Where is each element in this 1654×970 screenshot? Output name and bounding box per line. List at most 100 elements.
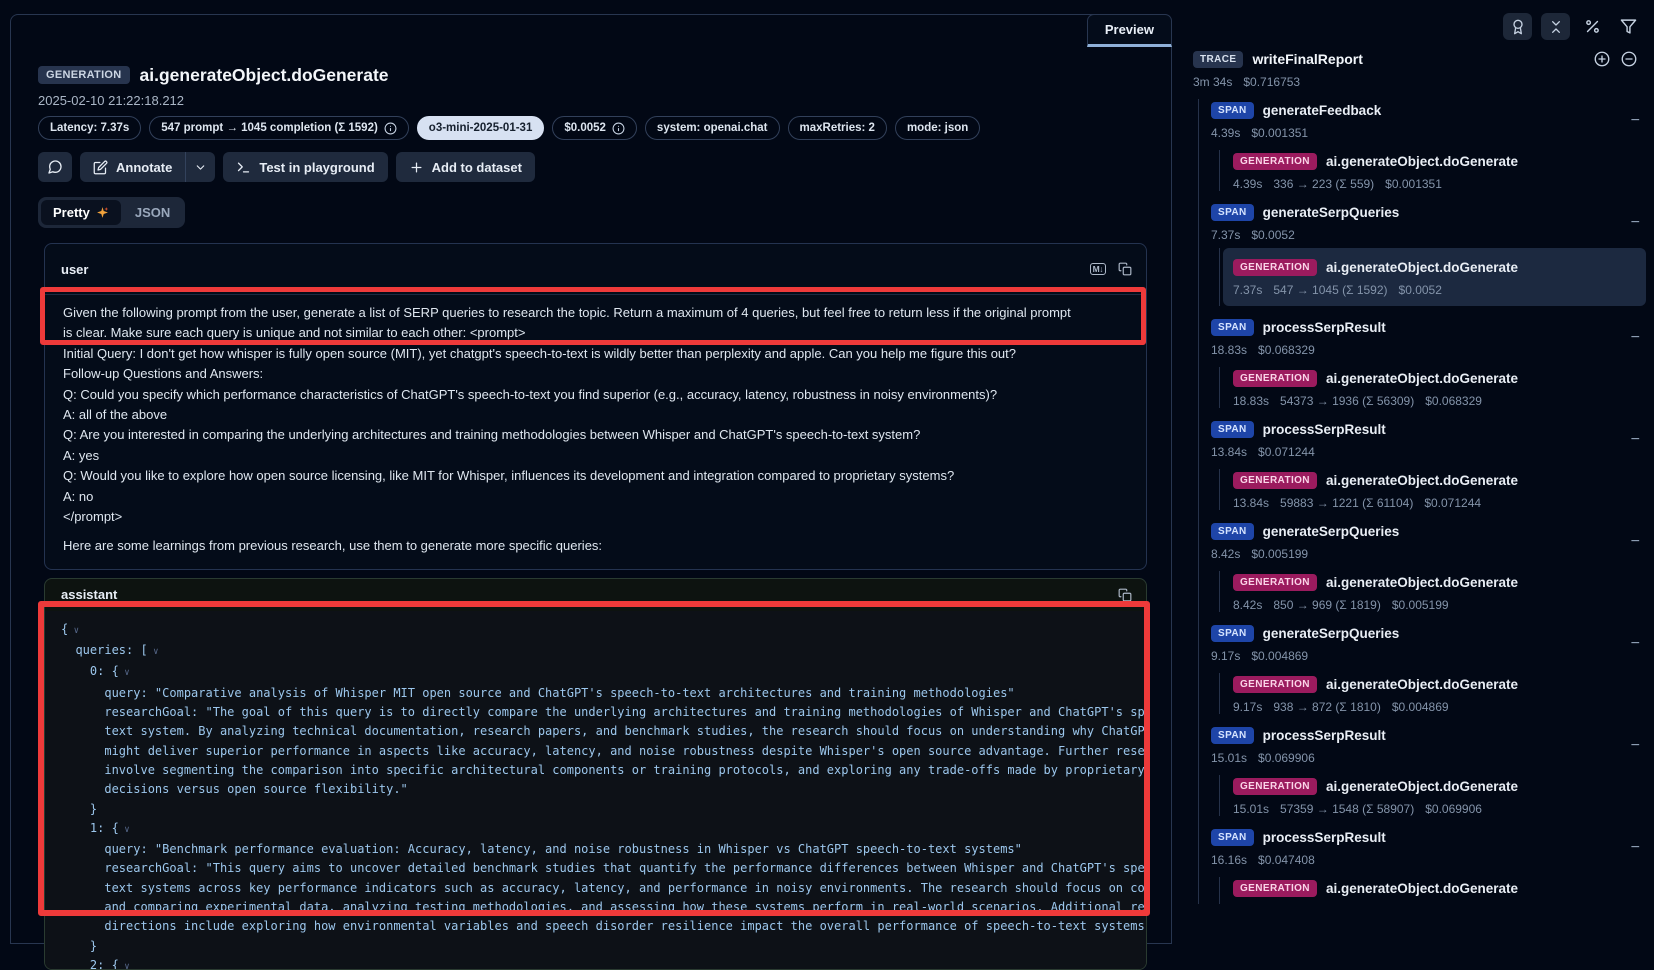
collapse-span-icon[interactable]: − bbox=[1631, 738, 1640, 754]
span-badge: SPAN bbox=[1211, 727, 1254, 744]
code-line: 0: { ∨ bbox=[61, 662, 1130, 683]
tab-preview[interactable]: Preview bbox=[1087, 14, 1172, 47]
code-line: researchGoal: "The goal of this query is… bbox=[61, 703, 1130, 722]
collapse-chevron-icon[interactable]: ∨ bbox=[119, 962, 130, 970]
collapse-chevron-icon[interactable]: ∨ bbox=[119, 825, 130, 835]
code-line: } bbox=[61, 937, 1130, 956]
user-text-line: Q: Are you interested in comparing the u… bbox=[63, 425, 1128, 445]
span-row[interactable]: SPANgenerateSerpQueries−8.42s$0.005199GE… bbox=[1199, 520, 1654, 612]
code-line: directions include exploring how environ… bbox=[61, 917, 1130, 936]
span-row[interactable]: SPAN generateFeedback −4.39s$0.001351 GENER… bbox=[1199, 99, 1654, 191]
span-metrics: 9.17s$0.004869 bbox=[1211, 649, 1654, 663]
span-name: generateSerpQueries bbox=[1263, 524, 1400, 539]
span-row[interactable]: SPANgenerateSerpQueries−9.17s$0.004869GE… bbox=[1199, 622, 1654, 714]
comment-icon bbox=[47, 159, 63, 175]
edit-icon bbox=[93, 160, 108, 175]
trace-tree: SPANgenerateFeedback−4.39s$0.001351GENER… bbox=[1198, 99, 1654, 904]
generation-row[interactable]: GENERATIONai.generateObject.doGenerate4.… bbox=[1233, 150, 1654, 191]
collapse-span-icon[interactable]: − bbox=[1631, 330, 1640, 346]
generation-badge: GENERATION bbox=[1233, 778, 1317, 795]
collapse-span-icon[interactable]: − bbox=[1631, 636, 1640, 652]
generation-row[interactable]: GENERATIONai.generateObject.doGenerate9.… bbox=[1233, 673, 1654, 714]
sparkles-icon bbox=[96, 206, 109, 219]
span-metrics: 4.39s$0.001351 bbox=[1211, 126, 1654, 140]
toggle-pretty[interactable]: Pretty bbox=[41, 200, 121, 225]
span-row[interactable]: SPANprocessSerpResult−13.84s$0.071244GEN… bbox=[1199, 418, 1654, 510]
span-name: generateFeedback bbox=[1263, 103, 1382, 118]
user-text-line: Here are some learnings from previous re… bbox=[63, 536, 1128, 556]
user-text-line: </prompt> bbox=[63, 507, 1128, 527]
collapse-span-icon[interactable]: − bbox=[1631, 840, 1640, 856]
filter-icon bbox=[1620, 18, 1637, 35]
collapse-span-icon[interactable]: − bbox=[1631, 432, 1640, 448]
toggle-json[interactable]: JSON bbox=[123, 200, 182, 225]
code-line: text systems across key performance indi… bbox=[61, 879, 1130, 898]
generation-metrics: 18.83s54373 → 1936 (Σ 56309)$0.068329 bbox=[1233, 394, 1654, 408]
assistant-code: { ∨ queries: [ ∨ 0: { ∨ query: "Comparat… bbox=[45, 611, 1146, 970]
copy-icon[interactable] bbox=[1118, 262, 1132, 276]
test-in-playground-button[interactable]: Test in playground bbox=[223, 152, 387, 182]
user-text-line: Follow-up Questions and Answers: bbox=[63, 364, 1128, 384]
span-badge: SPAN bbox=[1211, 625, 1254, 642]
user-message-text: Given the following prompt from the user… bbox=[45, 295, 1146, 569]
collapse-span-icon[interactable]: − bbox=[1631, 113, 1640, 129]
generation-metrics: 7.37s547 → 1045 (Σ 1592)$0.0052 bbox=[1233, 283, 1636, 297]
user-text-line: A: no bbox=[63, 487, 1128, 507]
span-row[interactable]: SPANprocessSerpResult−15.01s$0.069906GEN… bbox=[1199, 724, 1654, 816]
metadata-pill: system: openai.chat bbox=[645, 116, 780, 140]
annotate-button[interactable]: Annotate bbox=[80, 152, 185, 182]
span-name: processSerpResult bbox=[1263, 728, 1386, 743]
generation-name: ai.generateObject.doGenerate bbox=[1326, 881, 1518, 896]
code-line: 1: { ∨ bbox=[61, 819, 1130, 840]
span-row[interactable]: SPANgenerateSerpQueries−7.37s$0.0052GENE… bbox=[1199, 201, 1654, 306]
generation-row[interactable]: GENERATIONai.generateObject.doGenerate15… bbox=[1233, 775, 1654, 816]
annotate-dropdown-button[interactable] bbox=[185, 152, 215, 182]
view-toggle: Pretty JSON bbox=[38, 197, 185, 228]
annotation-queue-button[interactable] bbox=[1503, 13, 1532, 40]
span-row[interactable]: SPANprocessSerpResult−18.83s$0.068329GEN… bbox=[1199, 316, 1654, 408]
add-to-dataset-button[interactable]: Add to dataset bbox=[396, 152, 535, 182]
generation-row[interactable]: GENERATIONai.generateObject.doGenerate8.… bbox=[1233, 571, 1654, 612]
span-metrics: 16.16s$0.047408 bbox=[1211, 853, 1654, 867]
collapse-span-icon[interactable]: − bbox=[1631, 534, 1640, 550]
collapse-chevron-icon[interactable]: ∨ bbox=[119, 668, 130, 678]
span-name: processSerpResult bbox=[1263, 320, 1386, 335]
generation-badge: GENERATION bbox=[1233, 676, 1317, 693]
filter-button[interactable] bbox=[1615, 13, 1642, 40]
page-title: ai.generateObject.doGenerate bbox=[140, 65, 389, 86]
generation-row[interactable]: GENERATIONai.generateObject.doGenerate13… bbox=[1233, 469, 1654, 510]
generation-name: ai.generateObject.doGenerate bbox=[1326, 677, 1518, 692]
user-text-line: A: all of the above bbox=[63, 405, 1128, 425]
span-badge: SPAN bbox=[1211, 102, 1254, 119]
trace-cost: $0.716753 bbox=[1243, 75, 1300, 89]
trace-duration: 3m 34s bbox=[1193, 75, 1232, 89]
code-line: decisions versus open source flexibility… bbox=[61, 780, 1130, 799]
span-row[interactable]: SPANprocessSerpResult−16.16s$0.047408GEN… bbox=[1199, 826, 1654, 904]
collapse-chevron-icon[interactable]: ∨ bbox=[148, 647, 159, 657]
metrics-toggle-button[interactable] bbox=[1579, 13, 1606, 40]
plus-icon bbox=[409, 160, 424, 175]
collapse-span-icon[interactable]: − bbox=[1631, 215, 1640, 231]
metadata-pill: maxRetries: 2 bbox=[788, 116, 887, 140]
info-icon bbox=[384, 122, 397, 135]
collapse-tree-button[interactable] bbox=[1541, 13, 1570, 40]
terminal-icon bbox=[236, 160, 251, 175]
span-badge: SPAN bbox=[1211, 421, 1254, 438]
metadata-pills: Latency: 7.37s547 prompt → 1045 completi… bbox=[38, 116, 1147, 140]
generation-metrics: 13.84s59883 → 1221 (Σ 61104)$0.071244 bbox=[1233, 496, 1654, 510]
comment-button[interactable] bbox=[38, 152, 72, 182]
user-text-line: is clear. Make sure each query is unique… bbox=[63, 323, 1128, 343]
collapse-vertical-icon bbox=[1548, 19, 1564, 35]
generation-row-selected[interactable]: GENERATIONai.generateObject.doGenerate7.… bbox=[1223, 248, 1646, 306]
trace-root-row[interactable]: TRACE writeFinalReport bbox=[1193, 48, 1654, 70]
award-icon bbox=[1510, 19, 1526, 35]
generation-row[interactable]: GENERATIONai.generateObject.doGenerate bbox=[1233, 877, 1654, 904]
span-name: processSerpResult bbox=[1263, 830, 1386, 845]
code-line: query: "Comparative analysis of Whisper … bbox=[61, 684, 1130, 703]
generation-row[interactable]: GENERATIONai.generateObject.doGenerate18… bbox=[1233, 367, 1654, 408]
code-line: query: "Benchmark performance evaluation… bbox=[61, 840, 1130, 859]
collapse-chevron-icon[interactable]: ∨ bbox=[68, 626, 79, 636]
generation-name: ai.generateObject.doGenerate bbox=[1326, 371, 1518, 386]
copy-icon[interactable] bbox=[1118, 588, 1132, 602]
markdown-icon[interactable]: M↓ bbox=[1090, 263, 1106, 276]
